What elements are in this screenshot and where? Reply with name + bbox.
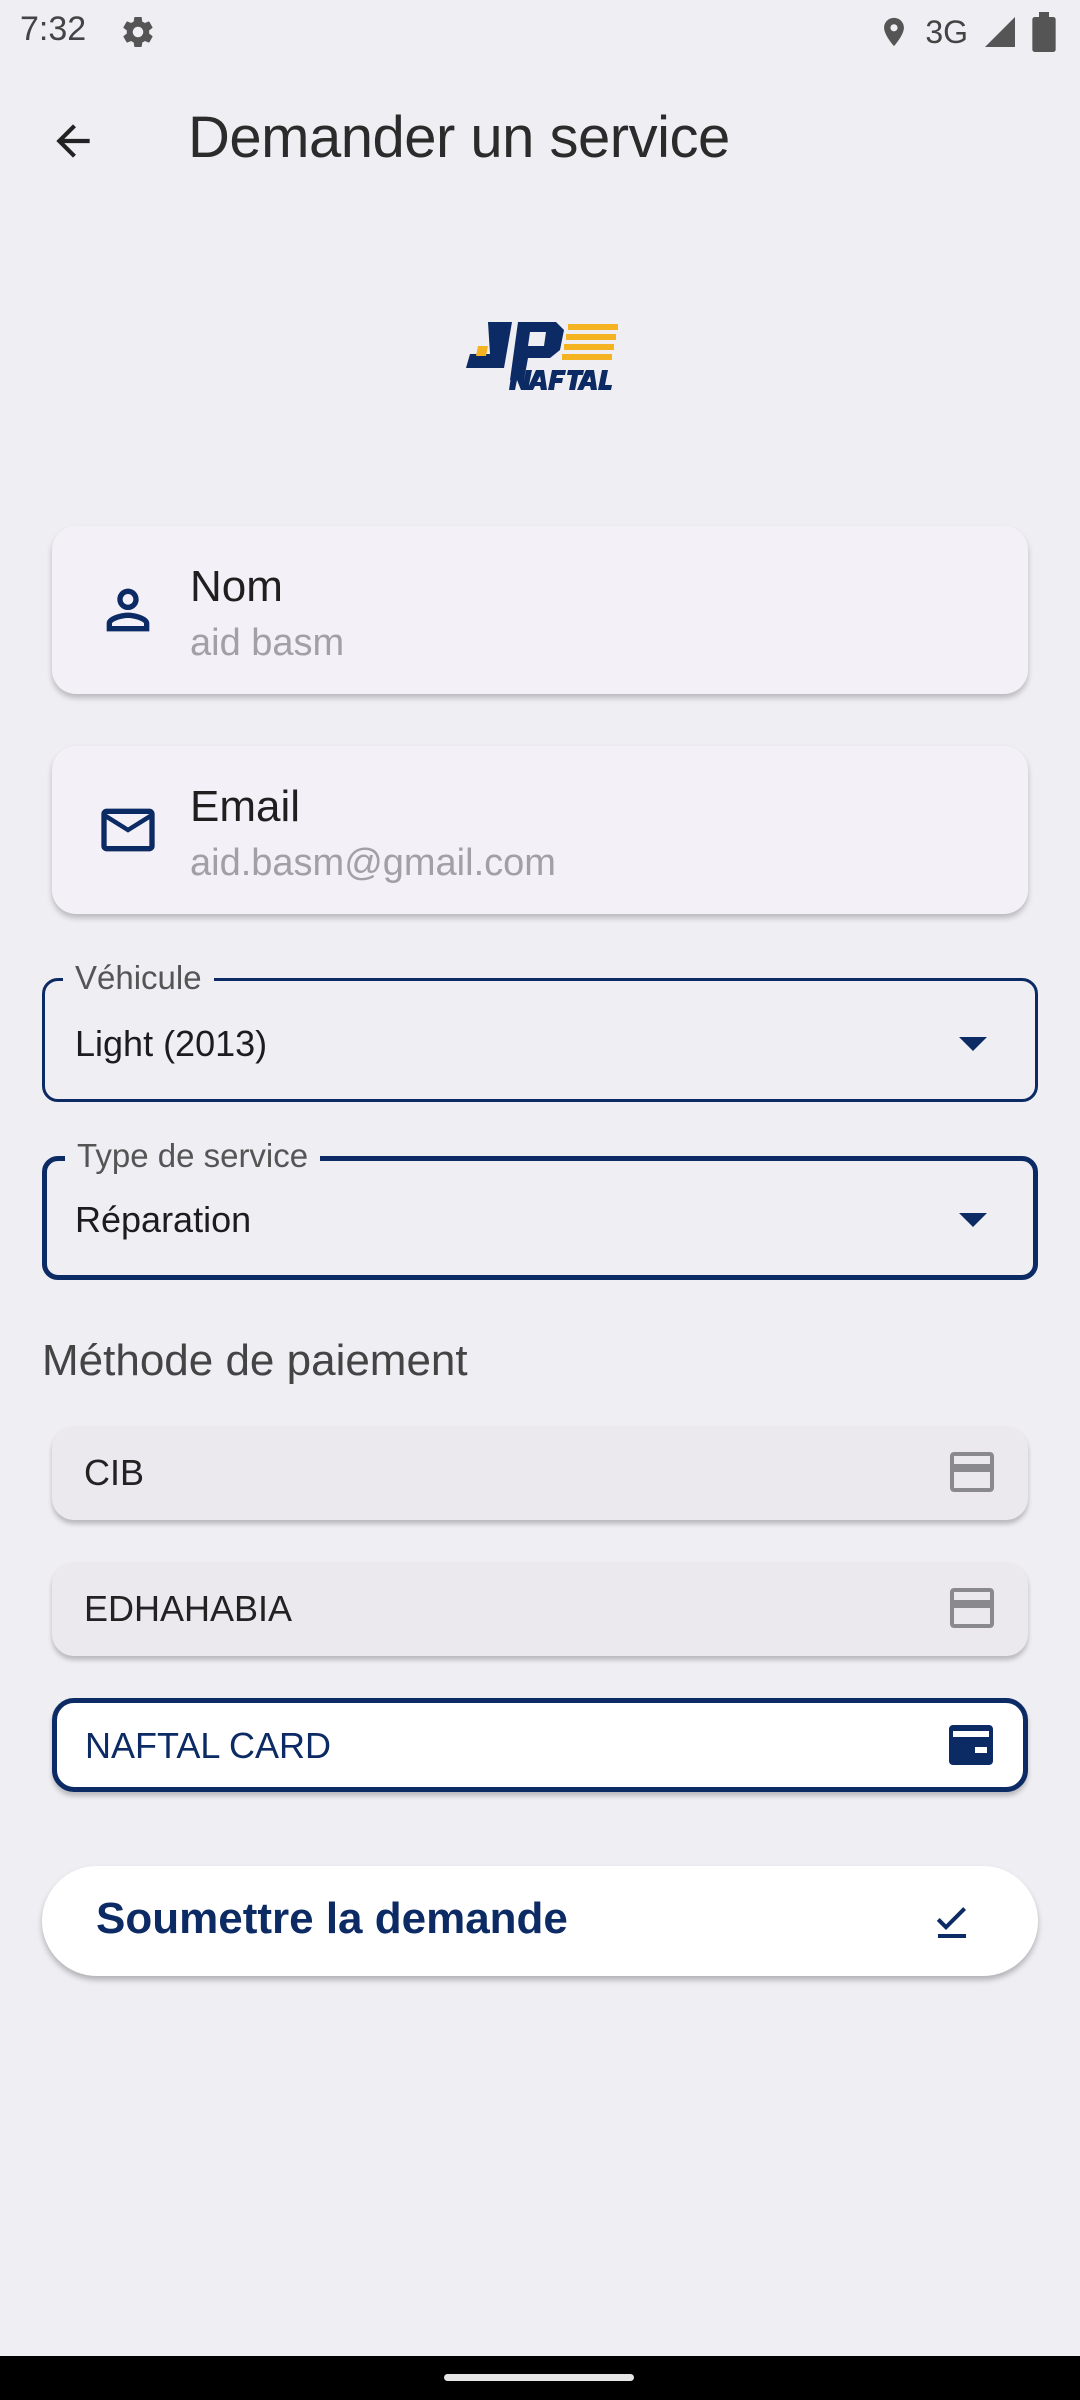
page-title: Demander un service [188,105,730,170]
screen: 7:32 3G Demander un service Nom aid basm… [0,0,1080,2400]
payment-option-label: NAFTAL CARD [85,1725,332,1766]
person-icon [106,588,150,632]
service-type-label: Type de service [65,1137,321,1175]
system-navigation-bar [0,2356,1080,2400]
payment-option-label: EDHAHABIA [84,1588,293,1629]
payment-option-label: CIB [84,1452,145,1493]
payment-section-title: Méthode de paiement [42,1336,468,1385]
mail-icon [101,808,155,852]
status-bar: 7:32 3G [0,0,1080,64]
payment-option-edhahabia[interactable]: EDHAHABIA [52,1562,1028,1656]
name-value: aid basm [190,622,345,664]
service-type-dropdown[interactable]: Type de service Réparation [42,1137,1038,1280]
signal-icon [985,17,1015,47]
email-label: Email [190,782,301,831]
payment-option-naftal-card[interactable]: NAFTAL CARD [52,1698,1028,1792]
location-icon [884,17,905,47]
name-card: Nom aid basm [52,526,1028,694]
naftal-logo [466,322,618,390]
vehicle-value: Light (2013) [75,1023,268,1064]
service-type-value: Réparation [75,1199,252,1240]
done-all-check-icon [936,1907,966,1938]
name-label: Nom [190,562,283,611]
dropdown-arrow-icon [959,1037,987,1051]
home-gesture-handle[interactable] [444,2374,634,2381]
credit-card-icon [950,1452,994,1492]
credit-card-icon [950,1588,994,1628]
status-icons: 3G [877,10,1056,54]
credit-card-filled-icon [949,1725,993,1765]
submit-request-button[interactable]: Soumettre la demande [42,1866,1038,1976]
app-bar: Demander un service [0,80,1080,190]
network-type: 3G [925,13,968,50]
status-time: 7:32 [20,10,87,48]
payment-option-cib[interactable]: CIB [52,1426,1028,1520]
vehicle-dropdown[interactable]: Véhicule Light (2013) [42,959,1038,1102]
email-card: Email aid.basm@gmail.com [52,746,1028,914]
arrow-left-icon [56,124,90,158]
submit-label: Soumettre la demande [96,1894,568,1943]
vehicle-label: Véhicule [63,959,214,997]
back-button[interactable] [36,104,110,178]
dropdown-arrow-icon [959,1213,987,1227]
battery-icon [1032,12,1056,52]
email-value: aid.basm@gmail.com [190,842,556,884]
settings-icon [123,17,153,47]
